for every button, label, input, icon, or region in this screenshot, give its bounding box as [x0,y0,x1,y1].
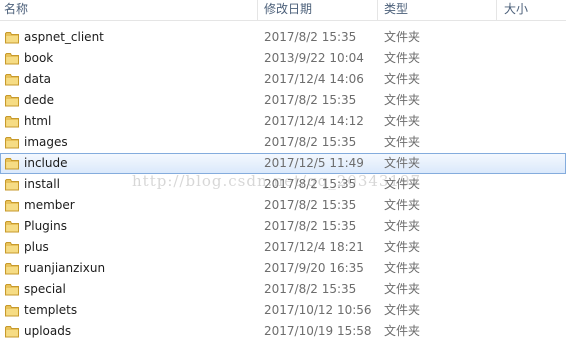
file-row[interactable]: include 2017/12/5 11:49 文件夹 [0,153,566,174]
folder-icon [5,157,19,170]
file-row[interactable]: templets 2017/10/12 10:56 文件夹 [0,300,566,321]
file-row[interactable]: book 2013/9/22 10:04 文件夹 [0,48,566,69]
folder-icon [5,241,19,254]
file-type: 文件夹 [384,240,421,254]
folder-icon [5,115,19,128]
file-row[interactable]: aspnet_client 2017/8/2 15:35 文件夹 [0,27,566,48]
file-type: 文件夹 [384,30,421,44]
column-header-name[interactable]: 名称 [4,0,28,20]
folder-icon [5,199,19,212]
column-divider[interactable] [496,0,497,20]
file-name: book [24,51,54,65]
file-name: special [24,282,66,296]
file-name: uploads [24,324,72,338]
file-row[interactable]: Plugins 2017/8/2 15:35 文件夹 [0,216,566,237]
file-type: 文件夹 [384,114,421,128]
file-list: aspnet_client 2017/8/2 15:35 文件夹 book 2013/9… [0,27,566,342]
file-type: 文件夹 [384,261,421,275]
file-modified: 2013/9/22 10:04 [264,51,364,65]
file-type: 文件夹 [384,93,421,107]
file-modified: 2017/8/2 15:35 [264,198,357,212]
file-name: plus [24,240,49,254]
folder-icon [5,262,19,275]
file-modified: 2017/9/20 16:35 [264,261,364,275]
file-name: images [24,135,68,149]
file-type: 文件夹 [384,135,421,149]
file-row[interactable]: data 2017/12/4 14:06 文件夹 [0,69,566,90]
file-type: 文件夹 [384,282,421,296]
file-row[interactable]: dede 2017/8/2 15:35 文件夹 [0,90,566,111]
file-type: 文件夹 [384,303,421,317]
file-name: dede [24,93,54,107]
file-row[interactable]: images 2017/8/2 15:35 文件夹 [0,132,566,153]
folder-icon [5,220,19,233]
file-row[interactable]: uploads 2017/10/19 15:58 文件夹 [0,321,566,342]
file-name: html [24,114,52,128]
column-header-type[interactable]: 类型 [384,0,408,20]
folder-icon [5,52,19,65]
file-name: Plugins [24,219,67,233]
file-modified: 2017/12/4 14:12 [264,114,364,128]
file-modified: 2017/12/4 18:21 [264,240,364,254]
file-name: templets [24,303,78,317]
file-type: 文件夹 [384,51,421,65]
file-name: include [24,156,68,170]
column-divider[interactable] [377,0,378,20]
file-modified: 2017/8/2 15:35 [264,30,357,44]
file-type: 文件夹 [384,198,421,212]
folder-icon [5,136,19,149]
column-header-modified-label: 修改日期 [264,2,313,16]
file-row[interactable]: special 2017/8/2 15:35 文件夹 [0,279,566,300]
file-name: data [24,72,52,86]
file-type: 文件夹 [384,177,421,191]
file-row[interactable]: plus 2017/12/4 18:21 文件夹 [0,237,566,258]
column-divider[interactable] [257,0,258,20]
folder-icon [5,73,19,86]
file-modified: 2017/8/2 15:35 [264,177,357,191]
file-row[interactable]: ruanjianzixun 2017/9/20 16:35 文件夹 [0,258,566,279]
column-header-size-label: 大小 [504,2,529,16]
file-row[interactable]: install 2017/8/2 15:35 文件夹 [0,174,566,195]
file-modified: 2017/8/2 15:35 [264,282,357,296]
file-row[interactable]: member 2017/8/2 15:35 文件夹 [0,195,566,216]
column-header-type-label: 类型 [384,2,409,16]
file-name: ruanjianzixun [24,261,106,275]
folder-icon [5,283,19,296]
folder-icon [5,304,19,317]
folder-icon [5,325,19,338]
file-modified: 2017/12/4 14:06 [264,72,364,86]
file-modified: 2017/12/5 11:49 [264,156,364,170]
file-modified: 2017/10/12 10:56 [264,303,372,317]
file-name: aspnet_client [24,30,104,44]
file-row[interactable]: html 2017/12/4 14:12 文件夹 [0,111,566,132]
file-modified: 2017/10/19 15:58 [264,324,372,338]
file-type: 文件夹 [384,156,421,170]
file-name: member [24,198,75,212]
file-type: 文件夹 [384,324,421,338]
column-header-modified[interactable]: 修改日期 [264,0,312,20]
file-name: install [24,177,60,191]
file-modified: 2017/8/2 15:35 [264,219,357,233]
file-modified: 2017/8/2 15:35 [264,93,357,107]
folder-icon [5,94,19,107]
file-modified: 2017/8/2 15:35 [264,135,357,149]
column-header-size[interactable]: 大小 [504,0,528,20]
folder-icon [5,31,19,44]
folder-icon [5,178,19,191]
file-type: 文件夹 [384,219,421,233]
file-type: 文件夹 [384,72,421,86]
column-header-name-label: 名称 [4,2,29,16]
column-header-row: 名称 修改日期 类型 大小 [0,0,566,21]
